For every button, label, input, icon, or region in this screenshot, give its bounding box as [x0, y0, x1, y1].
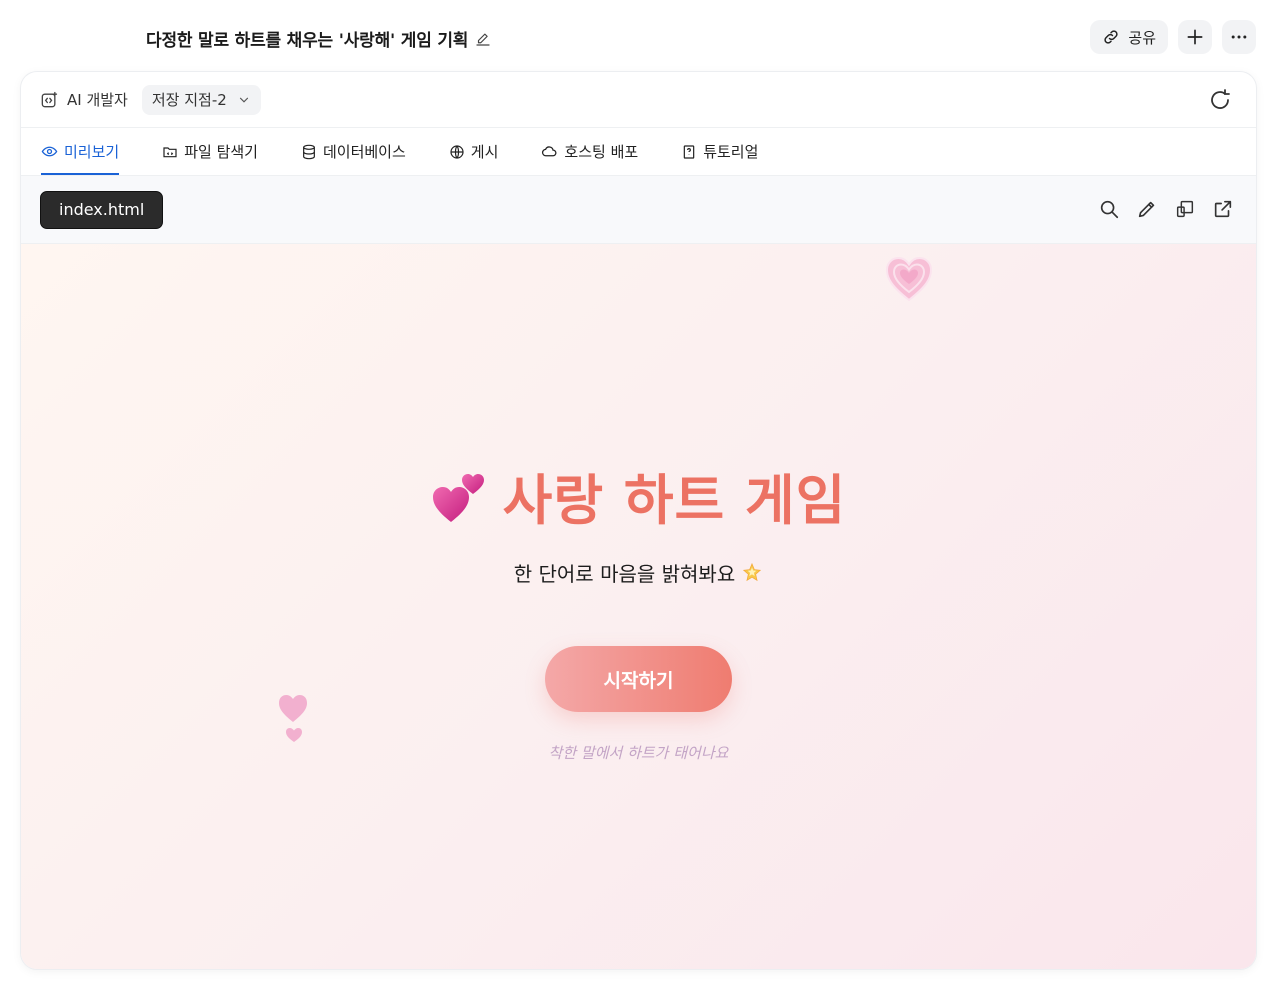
edit-title-icon[interactable] [474, 30, 492, 48]
share-label: 공유 [1128, 28, 1156, 47]
tab-database[interactable]: 데이터베이스 [301, 128, 406, 175]
chevron-down-icon [239, 97, 248, 103]
open-external-icon[interactable] [1212, 198, 1234, 220]
add-button[interactable] [1178, 20, 1212, 54]
link-icon [1104, 30, 1119, 44]
cloud-icon [542, 146, 557, 157]
refresh-icon[interactable] [1208, 88, 1232, 112]
file-tab-index[interactable]: index.html [40, 190, 164, 229]
ai-developer-text: AI 개발자 [67, 91, 128, 109]
device-preview-icon[interactable] [1174, 198, 1196, 220]
eye-icon [41, 146, 58, 157]
game-title-text: 사랑 하트 게임 [502, 469, 847, 532]
card-header: AI 개발자 저장 지점-2 [21, 72, 1256, 128]
tab-preview[interactable]: 미리보기 [41, 128, 120, 175]
folder-icon [163, 146, 177, 157]
tab-publish-label: 게시 [470, 143, 499, 161]
game-title: 사랑 하트 게임 [21, 456, 1256, 535]
tab-publish[interactable]: 게시 [449, 128, 499, 175]
tab-hosting[interactable]: 호스팅 배포 [541, 128, 638, 175]
database-icon [303, 144, 315, 159]
game-subtitle: 한 단어로 마음을 밝혀봐요 [21, 558, 1256, 587]
document-title-text: 다정한 말로 하트를 채우는 '사랑해' 게임 기획 [146, 31, 469, 51]
pencil-icon[interactable] [1136, 198, 1158, 220]
tab-preview-label: 미리보기 [64, 143, 120, 161]
floating-heart-icon [885, 256, 933, 302]
workspace-card: AI 개발자 저장 지점-2 미리보기 파일 탐색기 데이터베이스 게시 호스팅… [21, 72, 1256, 969]
more-button[interactable] [1222, 20, 1256, 54]
tab-tutorial-label: 튜토리얼 [703, 143, 759, 161]
glowing-star-icon [743, 562, 762, 581]
tab-hosting-label: 호스팅 배포 [564, 143, 639, 161]
tab-database-label: 데이터베이스 [322, 143, 406, 161]
floating-heart-exclamation-icon [279, 695, 307, 742]
game-subtitle-text: 한 단어로 마음을 밝혀봐요 [513, 562, 736, 586]
top-header: 다정한 말로 하트를 채우는 '사랑해' 게임 기획 공유 [0, 0, 1280, 72]
save-point-value: 저장 지점-2 [151, 91, 227, 109]
tab-file-explorer[interactable]: 파일 탐색기 [162, 128, 258, 175]
game-hint: 착한 말에서 하트가 태어나요 [548, 744, 729, 762]
file-toolbar: index.html [21, 176, 1256, 244]
ai-developer-label: AI 개발자 [39, 89, 128, 110]
game-preview: 사랑 하트 게임 한 단어로 마음을 밝혀봐요 시작하기 착한 말에서 하트가 … [21, 244, 1256, 969]
globe-icon [450, 144, 464, 159]
more-horizontal-icon [1231, 35, 1247, 39]
tab-file-explorer-label: 파일 탐색기 [184, 143, 258, 161]
book-icon [683, 144, 695, 159]
share-button[interactable]: 공유 [1090, 20, 1168, 54]
save-point-select[interactable]: 저장 지점-2 [141, 84, 261, 115]
two-hearts-icon [432, 473, 484, 522]
ai-code-icon [41, 91, 58, 107]
search-icon[interactable] [1098, 198, 1120, 220]
start-button[interactable]: 시작하기 [545, 646, 732, 712]
tab-tutorial[interactable]: 튜토리얼 [681, 128, 758, 175]
plus-icon [1187, 29, 1203, 45]
document-title[interactable]: 다정한 말로 하트를 채우는 '사랑해' 게임 기획 [146, 26, 492, 51]
tab-bar: 미리보기 파일 탐색기 데이터베이스 게시 호스팅 배포 튜토리얼 [21, 128, 1256, 176]
